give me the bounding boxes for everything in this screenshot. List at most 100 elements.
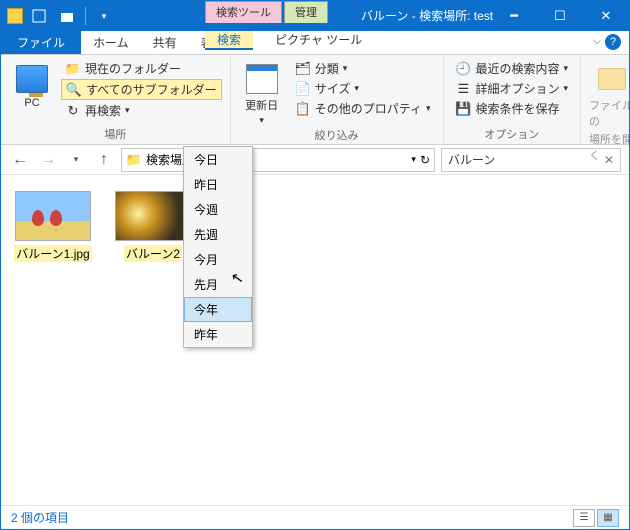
qa-new-folder[interactable] (55, 5, 79, 27)
folder-icon: 📁 (126, 152, 142, 168)
ribbon: PC 📁現在のフォルダー 🔍すべてのサブフォルダー ↻再検索 ▾ 場所 更新日 … (1, 55, 629, 145)
tab-file[interactable]: ファイル (1, 31, 81, 54)
ribbon-tabs: ファイル ホーム 共有 表示 検索 ピクチャ ツール ⌵ ? (1, 31, 629, 55)
dropdown-item-last-week[interactable]: 先週 (184, 222, 252, 247)
dropdown-item-this-week[interactable]: 今週 (184, 197, 252, 222)
open-file-location-button[interactable]: ファイルの 場所を開く (589, 59, 630, 163)
search-again-label: 再検索 (85, 102, 121, 119)
search-term: バルーン (448, 151, 495, 168)
props-icon: 📋 (295, 101, 311, 117)
calendar-icon (246, 64, 278, 94)
chevron-down-icon: ▾ (354, 83, 359, 94)
refresh-button[interactable]: ↻ (420, 153, 430, 167)
options-icon: ☰ (456, 81, 472, 97)
group-label-options: オプション (452, 125, 573, 142)
open-loc-label1: ファイルの (589, 97, 630, 129)
save-search-button[interactable]: 💾検索条件を保存 (452, 99, 573, 118)
refresh-icon: ↻ (65, 103, 81, 119)
dropdown-item-this-year[interactable]: 今年 (184, 297, 252, 322)
pc-label: PC (24, 97, 39, 109)
other-properties-button[interactable]: 📋その他のプロパティ ▾ (291, 99, 435, 118)
view-switcher: ☰ ▦ (573, 509, 619, 527)
item-count: 2 個の項目 (11, 509, 69, 526)
advanced-label: 詳細オプション (476, 80, 560, 97)
back-button[interactable]: ← (9, 149, 31, 171)
titlebar: ▾ 検索ツール 管理 バルーン - 検索場所: test ━ ☐ ✕ (1, 1, 629, 31)
address-bar-row: ← → ▾ ↑ 📁 検索場所 ▾ ↻ バルーン ✕ (1, 145, 629, 175)
tab-share[interactable]: 共有 (141, 31, 189, 54)
ribbon-group-location: PC 📁現在のフォルダー 🔍すべてのサブフォルダー ↻再検索 ▾ 場所 (1, 55, 231, 144)
thumbnails-view-button[interactable]: ▦ (597, 509, 619, 527)
close-button[interactable]: ✕ (583, 1, 629, 31)
tab-home[interactable]: ホーム (81, 31, 141, 54)
recent-icon: 🕘 (456, 61, 472, 77)
size-label: サイズ (315, 80, 351, 97)
help-icon[interactable]: ? (605, 34, 621, 50)
forward-button[interactable]: → (37, 149, 59, 171)
dropdown-item-today[interactable]: 今日 (184, 147, 252, 172)
file-item[interactable]: バルーン1.jpg (13, 191, 93, 262)
save-icon: 💾 (456, 101, 472, 117)
tab-picture-tools[interactable]: ピクチャ ツール (263, 31, 374, 48)
other-props-label: その他のプロパティ (315, 100, 422, 117)
status-bar: 2 個の項目 ☰ ▦ (1, 505, 629, 529)
size-button[interactable]: 📄サイズ ▾ (291, 79, 435, 98)
qa-properties[interactable] (27, 5, 51, 27)
address-bar[interactable]: 📁 検索場所 ▾ ↻ (121, 148, 435, 172)
chevron-down-icon: ▾ (125, 105, 130, 116)
current-folder-button[interactable]: 📁現在のフォルダー (61, 59, 222, 78)
save-label: 検索条件を保存 (476, 100, 560, 117)
size-icon: 📄 (295, 81, 311, 97)
date-modified-button[interactable]: 更新日 ▾ (239, 59, 285, 126)
qa-separator (85, 7, 86, 25)
ribbon-group-refine: 更新日 ▾ 🗂分類 ▾ 📄サイズ ▾ 📋その他のプロパティ ▾ 絞り込み (231, 55, 444, 144)
window-title: バルーン - 検索場所: test (361, 7, 493, 24)
pc-icon (16, 65, 48, 93)
chevron-down-icon: ▾ (564, 63, 569, 74)
all-subfolders-button[interactable]: 🔍すべてのサブフォルダー (61, 79, 222, 100)
chevron-down-icon[interactable]: ▾ (411, 154, 416, 165)
date-modified-dropdown: 今日 昨日 今週 先週 今月 先月 今年 昨年 (183, 146, 253, 348)
thumbnail-icon (15, 191, 91, 241)
search-again-button[interactable]: ↻再検索 ▾ (61, 101, 222, 120)
details-view-button[interactable]: ☰ (573, 509, 595, 527)
chevron-down-icon: ▾ (426, 103, 431, 114)
maximize-button[interactable]: ☐ (537, 1, 583, 31)
thumbnail-icon (115, 191, 191, 241)
minimize-ribbon-icon[interactable]: ⌵ (593, 36, 601, 47)
subfolders-icon: 🔍 (66, 82, 82, 98)
dropdown-item-last-year[interactable]: 昨年 (184, 322, 252, 347)
this-pc-button[interactable]: PC (9, 59, 55, 125)
chevron-down-icon: ▾ (343, 63, 348, 74)
up-button[interactable]: ↑ (93, 149, 115, 171)
folder-open-icon (598, 68, 626, 90)
dropdown-item-yesterday[interactable]: 昨日 (184, 172, 252, 197)
quick-access-toolbar: ▾ (1, 5, 116, 27)
kind-icon: 🗂 (295, 61, 311, 77)
recent-searches-button[interactable]: 🕘最近の検索内容 ▾ (452, 59, 573, 78)
group-label-refine: 絞り込み (239, 126, 435, 143)
chevron-down-icon: ▾ (564, 83, 569, 94)
file-item[interactable]: バルーン2 (113, 191, 193, 262)
chevron-down-icon: ▾ (259, 115, 264, 126)
tab-search[interactable]: 検索 (205, 31, 253, 50)
qa-customize[interactable]: ▾ (92, 5, 116, 27)
history-button[interactable]: ▾ (65, 149, 87, 171)
minimize-button[interactable]: ━ (491, 1, 537, 31)
recent-label: 最近の検索内容 (476, 60, 560, 77)
context-tab-manage[interactable]: 管理 (284, 1, 328, 23)
content-area: バルーン1.jpg バルーン2 (1, 175, 629, 505)
all-subfolders-label: すべてのサブフォルダー (86, 81, 217, 98)
context-tab-search-tools[interactable]: 検索ツール (205, 1, 282, 23)
context-tabs: 検索ツール 管理 (205, 1, 330, 23)
advanced-options-button[interactable]: ☰詳細オプション ▾ (452, 79, 573, 98)
open-loc-label2: 場所を開く (589, 131, 630, 163)
ribbon-group-open-location: ファイルの 場所を開く (581, 55, 630, 144)
window-controls: ━ ☐ ✕ (491, 1, 629, 31)
file-name: バルーン1.jpg (14, 245, 91, 262)
kind-button[interactable]: 🗂分類 ▾ (291, 59, 435, 78)
explorer-window: ▾ 検索ツール 管理 バルーン - 検索場所: test ━ ☐ ✕ ファイル … (0, 0, 630, 530)
current-folder-label: 現在のフォルダー (85, 60, 181, 77)
file-name: バルーン2 (124, 245, 182, 262)
folder-icon (7, 8, 23, 24)
